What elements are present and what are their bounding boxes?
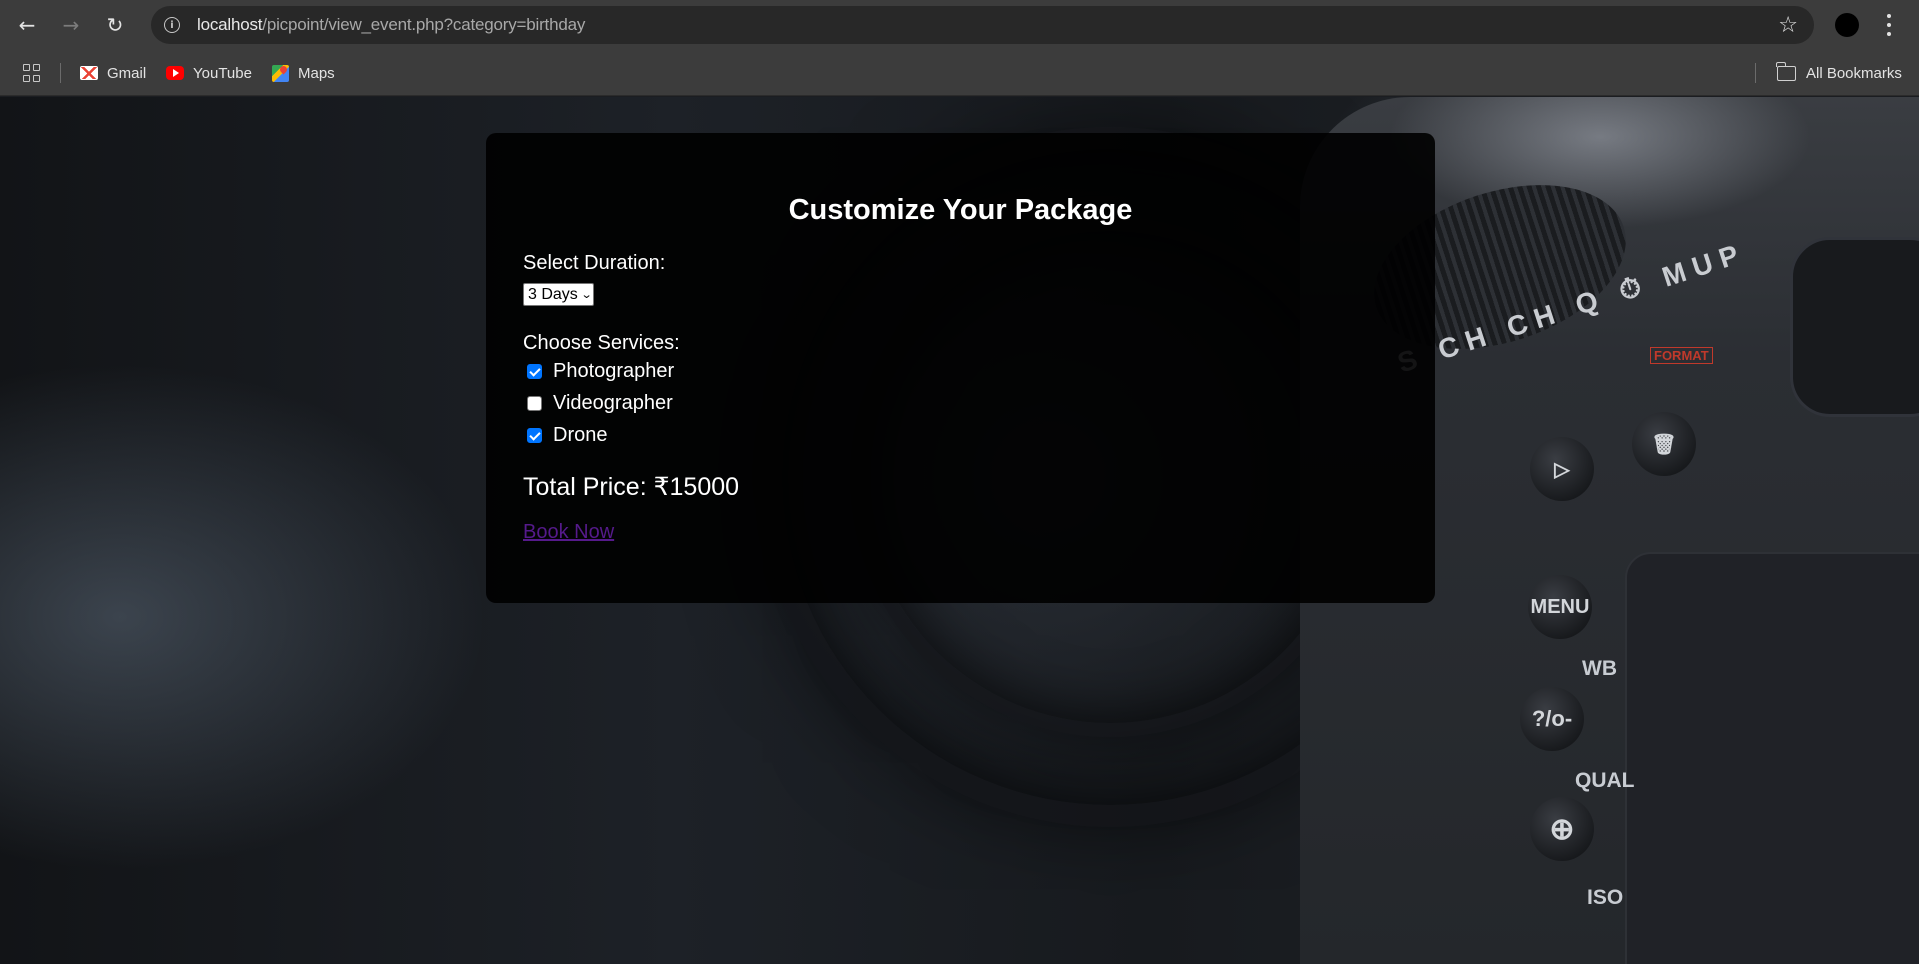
service-videographer[interactable]: Videographer (527, 387, 1398, 419)
background-key-button: ?/o- (1520, 687, 1584, 751)
kebab-menu-icon[interactable] (1886, 11, 1892, 39)
gmail-icon (80, 66, 98, 80)
services-label: Choose Services: (523, 332, 680, 354)
apps-grid-icon[interactable] (23, 64, 41, 82)
bookmark-label: Maps (298, 64, 335, 82)
bookmark-label: YouTube (193, 64, 252, 82)
reload-icon[interactable]: ↻ (93, 0, 137, 50)
bookmark-gmail[interactable]: Gmail (80, 61, 146, 85)
drone-label: Drone (553, 423, 608, 446)
drone-checkbox[interactable] (527, 427, 542, 443)
bookmark-label: Gmail (107, 64, 147, 82)
background-camera-screen (1625, 552, 1919, 964)
background-qual-label: QUAL (1575, 769, 1635, 792)
bookmark-youtube[interactable]: YouTube (166, 61, 252, 85)
bookmarks-divider (1755, 63, 1756, 83)
url-host: localhost (197, 15, 263, 34)
bookmarks-divider (60, 63, 61, 83)
all-bookmarks[interactable]: All Bookmarks (1776, 61, 1902, 85)
page-viewport: S CH CH Q ⏱ MUP FORMAT ▷ 🗑 MENU WB ?/o- … (0, 97, 1919, 964)
chevron-down-icon: ⌄ (580, 288, 593, 301)
forward-icon[interactable]: → (49, 0, 93, 50)
service-drone[interactable]: Drone (527, 419, 1398, 451)
videographer-checkbox[interactable] (527, 395, 542, 411)
book-now-link[interactable]: Book Now (523, 521, 614, 544)
maps-icon (272, 64, 289, 82)
background-iso-label: ISO (1587, 886, 1624, 909)
background-menu-button: MENU (1528, 575, 1592, 639)
duration-label: Select Duration: (523, 252, 666, 274)
youtube-icon (166, 66, 184, 80)
url-text[interactable]: localhost/picpoint/view_event.php?catego… (197, 15, 585, 35)
duration-select[interactable]: 3 Days ⌄ (523, 283, 595, 306)
site-info-icon[interactable]: i (164, 17, 180, 33)
photographer-checkbox[interactable] (527, 363, 542, 379)
url-path: /picpoint/view_event.php?category=birthd… (262, 15, 586, 34)
background-viewfinder (1790, 237, 1919, 417)
background-wb-label: WB (1582, 657, 1617, 680)
total-price: Total Price: ₹15000 (523, 473, 740, 501)
back-icon[interactable]: ← (5, 0, 49, 50)
background-format-label: FORMAT (1650, 347, 1713, 364)
videographer-label: Videographer (553, 391, 673, 414)
photographer-label: Photographer (553, 359, 675, 382)
bookmarks-bar: Gmail YouTube Maps All Bookmarks (0, 50, 1919, 96)
bookmark-star-icon[interactable]: ☆ (1778, 13, 1798, 38)
background-trash-button-icon: 🗑 (1632, 412, 1696, 476)
browser-toolbar: ← → ↻ i localhost/picpoint/view_event.ph… (0, 0, 1919, 50)
customize-package-panel: Customize Your Package Select Duration: … (486, 133, 1435, 603)
panel-title: Customize Your Package (788, 194, 1133, 226)
folder-icon (1776, 61, 1796, 81)
all-bookmarks-label: All Bookmarks (1806, 64, 1902, 82)
background-zoom-icon: ⊕ (1530, 797, 1594, 861)
profile-avatar[interactable] (1835, 13, 1859, 37)
service-photographer[interactable]: Photographer (527, 355, 1398, 387)
duration-selected-value: 3 Days (528, 285, 578, 303)
address-bar[interactable]: i localhost/picpoint/view_event.php?cate… (151, 6, 1814, 44)
background-play-button-icon: ▷ (1530, 437, 1594, 501)
bookmark-maps[interactable]: Maps (272, 61, 335, 85)
